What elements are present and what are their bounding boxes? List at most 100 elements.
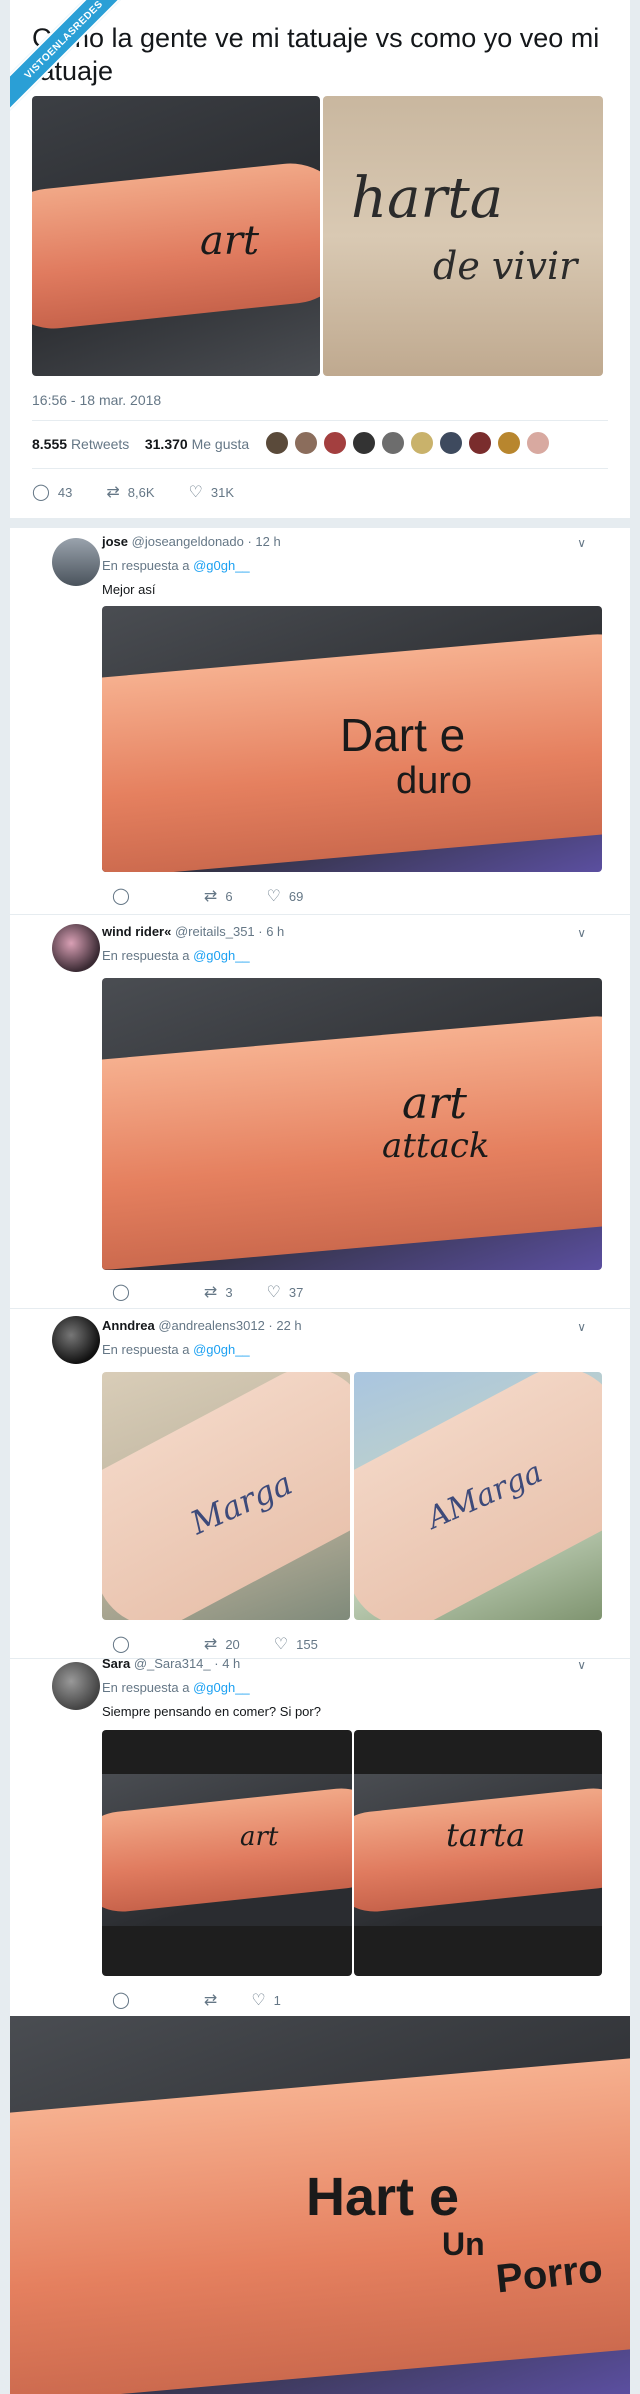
avatar[interactable] [496,430,522,456]
retweet-icon: ⇄ [203,1636,218,1653]
avatar[interactable] [351,430,377,456]
avatar[interactable] [380,430,406,456]
user-name[interactable]: jose [102,534,128,549]
tweet-timestamp[interactable]: 16:56 - 18 mar. 2018 [32,392,161,408]
reply-photo-left[interactable]: Marga [102,1372,350,1620]
like-count: 69 [288,888,304,904]
divider [32,420,608,421]
avatar[interactable] [525,430,551,456]
chevron-down-icon[interactable]: ∨ [577,1320,586,1334]
avatar[interactable] [52,1316,100,1364]
likes-label[interactable]: Me gusta [192,436,250,452]
retweet-button[interactable]: ⇄ 3 [204,1282,233,1302]
replying-handle[interactable]: @g0gh__ [193,948,250,963]
heart-icon: ♡ [273,1636,289,1653]
retweet-button[interactable]: ⇄ 8,6K [106,482,154,502]
tattoo-text: Dart e [340,709,466,761]
like-button[interactable]: ♡ 69 [267,886,304,906]
retweet-icon: ⇄ [203,1284,218,1301]
replying-prefix: En respuesta a [102,1680,190,1695]
retweet-count: 20 [225,1636,240,1652]
retweet-count: 8,6K [127,484,155,500]
replying-to: En respuesta a @g0gh__ [102,948,250,963]
reply-button[interactable]: ◯ [112,1282,130,1302]
retweet-button[interactable]: ⇄ 20 [204,1634,240,1654]
replying-handle[interactable]: @g0gh__ [193,1342,250,1357]
reply-header: Sara @_Sara314_ · 4 h [102,1656,240,1671]
tattoo-text: tarta [446,1816,526,1854]
reply-icon: ◯ [112,1284,130,1301]
like-button[interactable]: ♡ 1 [251,1990,281,2010]
like-count: 31K [210,484,235,500]
avatar[interactable] [409,430,435,456]
user-name[interactable]: Anndrea [102,1318,155,1333]
avatar[interactable] [52,538,100,586]
reply-header: wind rider« @reitails_351 · 6 h [102,924,284,939]
tweet-actions: ◯ 43 ⇄ 8,6K ♡ 31K [32,482,268,502]
tattoo-subtext-1: Un [442,2226,485,2262]
user-name[interactable]: Sara [102,1656,130,1671]
user-name[interactable]: wind rider« [102,924,171,939]
reply-header: jose @joseangeldonado · 12 h [102,534,281,549]
likers-avatars [264,430,551,456]
reply-button[interactable]: ◯ [112,886,130,906]
reply-actions: ◯ ⇄ 20 ♡ 155 [112,1634,352,1654]
page: VISTOENLASREDES Como la gente ve mi tatu… [10,0,630,2394]
replying-to: En respuesta a @g0gh__ [102,1342,250,1357]
reply-button[interactable]: ◯ [112,1990,130,2010]
chevron-down-icon[interactable]: ∨ [577,926,586,940]
reply-icon: ◯ [112,888,130,905]
reply-icon: ◯ [112,1992,130,2009]
retweet-button[interactable]: ⇄ 6 [204,886,233,906]
tweet-photo-left[interactable]: art [32,96,320,376]
reply-button[interactable]: ◯ [112,1634,130,1654]
tattoo-subtext: duro [396,760,473,802]
avatar[interactable] [293,430,319,456]
user-handle[interactable]: @reitails_351 · 6 h [175,924,284,939]
chevron-down-icon[interactable]: ∨ [577,536,586,550]
avatar[interactable] [52,924,100,972]
like-button[interactable]: ♡ 31K [189,482,234,502]
tattoo-text-line2: de vivir [433,244,578,288]
tweet-stats: 8.555 Retweets 31.370 Me gusta [32,436,249,452]
avatar[interactable] [467,430,493,456]
reply-header: Anndrea @andrealens3012 · 22 h [102,1318,302,1333]
retweet-icon: ⇄ [106,484,120,501]
avatar[interactable] [438,430,464,456]
like-button[interactable]: ♡ 37 [267,1282,304,1302]
chevron-down-icon[interactable]: ∨ [577,1658,586,1672]
retweet-button[interactable]: ⇄ [204,1990,217,2010]
tattoo-subtext: attack [382,1126,490,1166]
watermark-badge: VISTOENLASREDES [10,0,130,116]
like-button[interactable]: ♡ 155 [274,1634,318,1654]
reply-photo-right[interactable]: AMarga [354,1372,602,1620]
reply-icon: ◯ [112,1636,130,1653]
avatar[interactable] [322,430,348,456]
retweets-label[interactable]: Retweets [71,436,129,452]
avatar[interactable] [264,430,290,456]
reply-button[interactable]: ◯ 43 [32,482,72,502]
replying-handle[interactable]: @g0gh__ [193,1680,250,1695]
reply-actions: ◯ ⇄ ♡ 1 [112,1990,315,2010]
reply-photo-left[interactable]: art [102,1730,352,1976]
reply-photo[interactable]: Dart e duro [102,606,602,872]
separator [10,914,630,915]
heart-icon: ♡ [266,888,281,905]
retweet-icon: ⇄ [203,888,218,905]
reply-photo-right[interactable]: tarta [354,1730,602,1976]
reply-photo[interactable]: art attack [102,978,602,1270]
replying-to: En respuesta a @g0gh__ [102,558,250,573]
likes-count[interactable]: 31.370 [145,436,188,452]
avatar[interactable] [52,1662,100,1710]
tattoo-text: art [200,218,260,264]
user-handle[interactable]: @andrealens3012 · 22 h [158,1318,301,1333]
retweets-count[interactable]: 8.555 [32,436,67,452]
user-handle[interactable]: @joseangeldonado · 12 h [132,534,281,549]
tattoo-text: Hart e [306,2167,460,2227]
tweet-photo-right[interactable]: harta de vivir [323,96,603,376]
user-handle[interactable]: @_Sara314_ · 4 h [134,1656,240,1671]
replying-handle[interactable]: @g0gh__ [193,558,250,573]
heart-icon: ♡ [266,1284,281,1301]
replying-prefix: En respuesta a [102,558,190,573]
like-count: 155 [296,1636,318,1652]
